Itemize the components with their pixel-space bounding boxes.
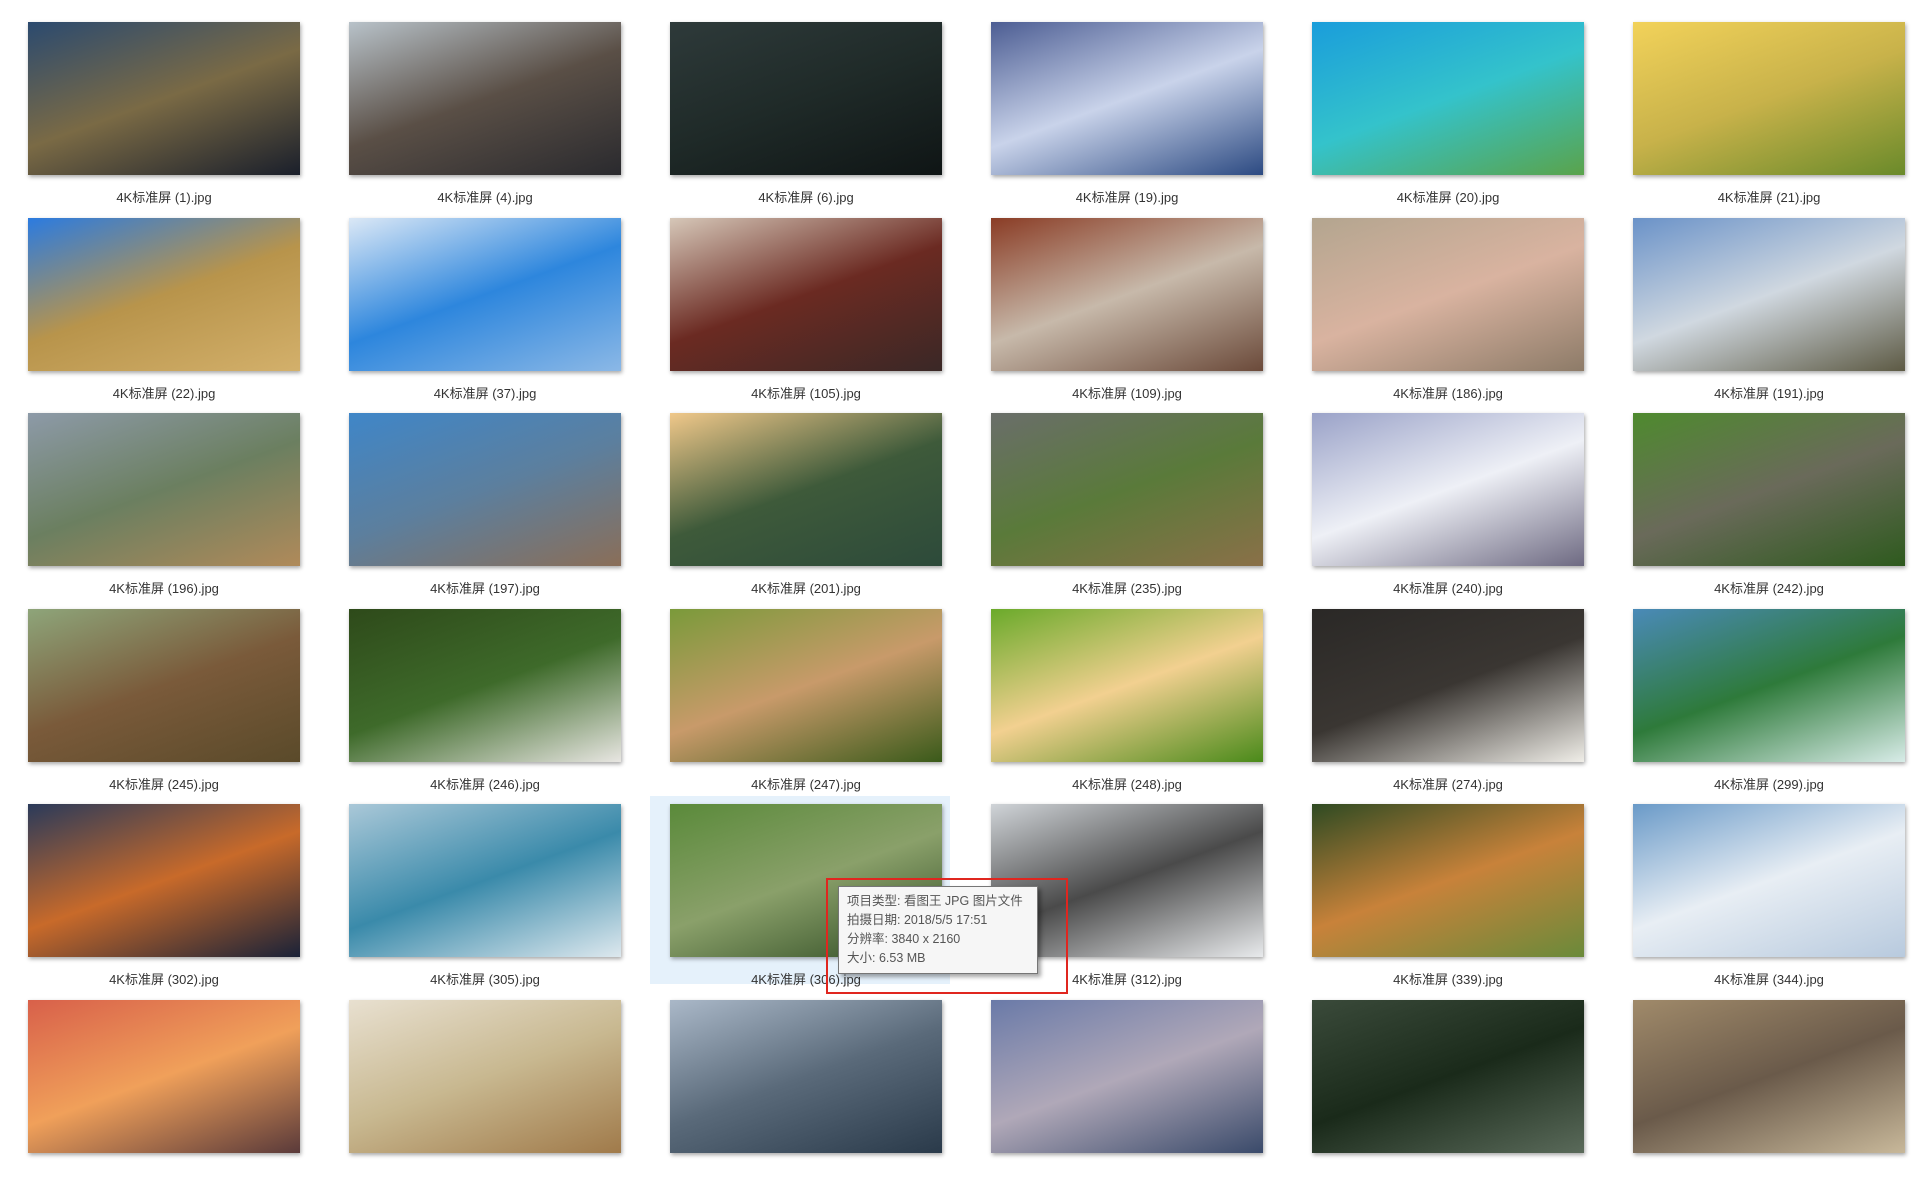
file-thumbnail[interactable] [1633,804,1905,957]
file-item[interactable]: 4K标准屏 (196).jpg [0,413,320,608]
file-item[interactable]: 4K标准屏 (4).jpg [321,22,641,217]
file-name-label: 4K标准屏 (109).jpg [1072,385,1182,401]
file-name-label: 4K标准屏 (4).jpg [437,190,533,205]
file-item[interactable] [642,999,962,1195]
file-name-label: 4K标准屏 (20).jpg [1396,190,1500,205]
file-item[interactable]: 4K标准屏 (247).jpg [642,608,962,804]
file-thumbnail[interactable] [1312,22,1584,175]
file-thumbnail[interactable] [349,217,621,371]
file-item[interactable]: 4K标准屏 (21).jpg [1605,22,1920,217]
file-name-label: 4K标准屏 (22).jpg [112,385,216,401]
file-thumbnail[interactable] [28,22,300,175]
file-thumbnail[interactable] [1633,608,1905,762]
file-thumbnail[interactable] [28,413,300,566]
file-name-label: 4K标准屏 (6).jpg [758,190,854,205]
file-thumbnail[interactable] [1312,999,1584,1153]
file-thumbnail[interactable] [28,608,300,762]
file-item[interactable]: 4K标准屏 (37).jpg [321,217,641,413]
file-item[interactable]: 4K标准屏 (20).jpg [1284,22,1604,217]
file-thumbnail[interactable] [1633,999,1905,1153]
file-item[interactable] [1284,999,1604,1195]
file-item[interactable]: 4K标准屏 (248).jpg [963,608,1283,804]
file-name-label: 4K标准屏 (186).jpg [1393,385,1503,401]
file-name-label: 4K标准屏 (339).jpg [1393,972,1503,987]
file-thumbnail[interactable] [1312,217,1584,371]
file-thumbnail[interactable] [1312,804,1584,957]
file-name-label: 4K标准屏 (1).jpg [116,190,212,205]
file-item[interactable]: 4K标准屏 (240).jpg [1284,413,1604,608]
file-name-label: 4K标准屏 (248).jpg [1072,776,1182,792]
file-name-label: 4K标准屏 (247).jpg [751,776,861,792]
file-thumbnail[interactable] [670,608,942,762]
annotation-highlight-box [826,878,1068,994]
file-item[interactable]: 4K标准屏 (201).jpg [642,413,962,608]
file-name-label: 4K标准屏 (235).jpg [1072,581,1182,596]
file-thumbnail[interactable] [991,413,1263,566]
file-item[interactable]: 4K标准屏 (197).jpg [321,413,641,608]
file-thumbnail[interactable] [1633,217,1905,371]
file-item[interactable]: 4K标准屏 (242).jpg [1605,413,1920,608]
file-item[interactable]: 4K标准屏 (235).jpg [963,413,1283,608]
file-name-label: 4K标准屏 (196).jpg [109,581,219,596]
file-thumbnail[interactable] [670,217,942,371]
file-name-label: 4K标准屏 (305).jpg [430,972,540,987]
file-thumbnail[interactable] [991,608,1263,762]
file-thumbnail[interactable] [670,413,942,566]
file-name-label: 4K标准屏 (299).jpg [1714,776,1824,792]
file-item[interactable]: 4K标准屏 (344).jpg [1605,804,1920,999]
file-name-label: 4K标准屏 (246).jpg [430,776,540,792]
file-item[interactable]: 4K标准屏 (299).jpg [1605,608,1920,804]
file-item[interactable] [321,999,641,1195]
file-thumbnail[interactable] [1633,22,1905,175]
file-item[interactable]: 4K标准屏 (6).jpg [642,22,962,217]
file-item[interactable]: 4K标准屏 (105).jpg [642,217,962,413]
file-thumbnail[interactable] [349,804,621,957]
file-name-label: 4K标准屏 (245).jpg [109,776,219,792]
file-item[interactable] [963,999,1283,1195]
file-name-label: 4K标准屏 (201).jpg [751,581,861,596]
file-name-label: 4K标准屏 (344).jpg [1714,972,1824,987]
file-item[interactable]: 4K标准屏 (22).jpg [0,217,320,413]
file-thumbnail[interactable] [1633,413,1905,566]
file-name-label: 4K标准屏 (19).jpg [1075,190,1179,205]
file-thumbnail[interactable] [28,217,300,371]
file-name-label: 4K标准屏 (274).jpg [1393,776,1503,792]
file-item[interactable]: 4K标准屏 (339).jpg [1284,804,1604,999]
file-thumbnail[interactable] [1312,413,1584,566]
file-item[interactable]: 4K标准屏 (302).jpg [0,804,320,999]
file-name-label: 4K标准屏 (37).jpg [433,385,537,401]
file-thumbnail[interactable] [991,999,1263,1153]
file-name-label: 4K标准屏 (302).jpg [109,972,219,987]
file-thumbnail[interactable] [1312,608,1584,762]
file-item[interactable]: 4K标准屏 (1).jpg [0,22,320,217]
file-item[interactable]: 4K标准屏 (19).jpg [963,22,1283,217]
file-thumbnail[interactable] [349,413,621,566]
file-thumbnail[interactable] [349,22,621,175]
file-thumbnail[interactable] [349,999,621,1153]
file-name-label: 4K标准屏 (240).jpg [1393,581,1503,596]
file-item[interactable]: 4K标准屏 (245).jpg [0,608,320,804]
file-item[interactable]: 4K标准屏 (191).jpg [1605,217,1920,413]
file-thumbnail[interactable] [991,22,1263,175]
file-item[interactable] [0,999,320,1195]
file-item[interactable]: 4K标准屏 (186).jpg [1284,217,1604,413]
file-name-label: 4K标准屏 (105).jpg [751,385,861,401]
file-item[interactable] [1605,999,1920,1195]
file-item[interactable]: 4K标准屏 (274).jpg [1284,608,1604,804]
file-item[interactable]: 4K标准屏 (109).jpg [963,217,1283,413]
file-name-label: 4K标准屏 (191).jpg [1714,385,1824,401]
file-thumbnail[interactable] [349,608,621,762]
file-thumbnail[interactable] [28,804,300,957]
file-name-label: 4K标准屏 (197).jpg [430,581,540,596]
file-name-label: 4K标准屏 (21).jpg [1717,190,1821,205]
file-thumbnail[interactable] [670,22,942,175]
file-thumbnail[interactable] [991,217,1263,371]
file-item[interactable]: 4K标准屏 (246).jpg [321,608,641,804]
file-name-label: 4K标准屏 (242).jpg [1714,581,1824,596]
file-thumbnail[interactable] [670,999,942,1153]
file-thumbnail[interactable] [28,999,300,1153]
file-item[interactable]: 4K标准屏 (305).jpg [321,804,641,999]
